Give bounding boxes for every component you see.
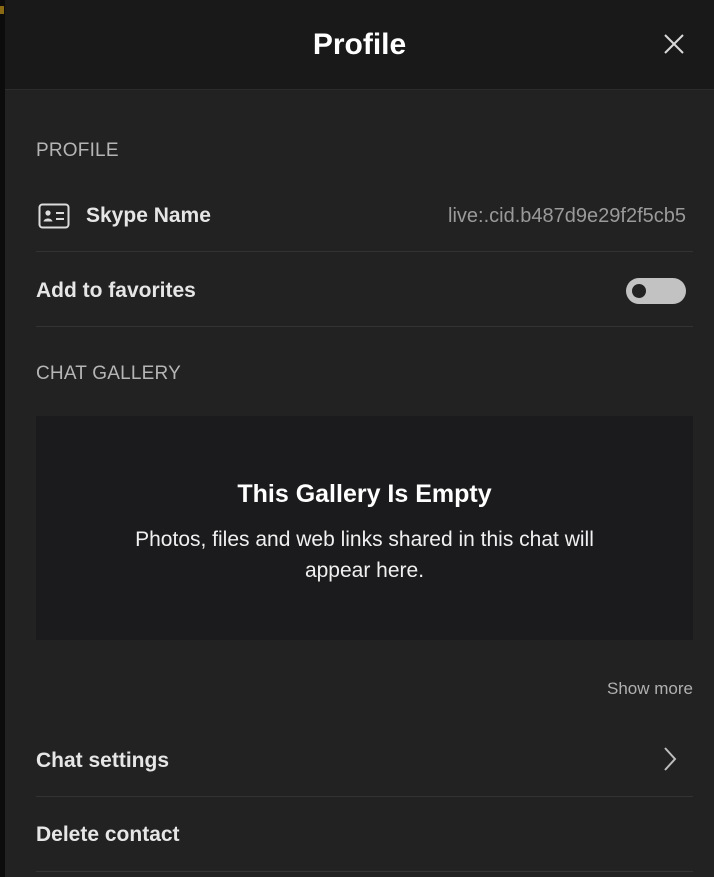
chat-settings-label: Chat settings (36, 749, 170, 772)
profile-section-label: PROFILE (36, 140, 119, 161)
show-more-link[interactable]: Show more (607, 678, 693, 700)
gallery-empty-title: This Gallery Is Empty (237, 480, 492, 508)
skype-name-value: live:.cid.b487d9e29f2f5cb5 (448, 205, 686, 227)
delete-contact-label: Delete contact (36, 823, 180, 846)
close-icon (664, 34, 684, 54)
favorites-row[interactable]: Add to favorites (36, 252, 693, 327)
toggle-knob (632, 284, 646, 298)
profile-panel: Profile PROFILE Skype Name live:.cid.b48… (5, 0, 714, 877)
delete-contact-row[interactable]: Delete contact (36, 797, 693, 872)
panel-title: Profile (312, 28, 407, 61)
chevron-right-icon (664, 747, 677, 771)
skype-name-label: Skype Name (86, 204, 211, 227)
close-button[interactable] (660, 30, 688, 58)
chat-gallery: This Gallery Is Empty Photos, files and … (36, 416, 693, 640)
panel-header: Profile (5, 0, 714, 90)
chat-settings-row[interactable]: Chat settings (36, 721, 693, 797)
skype-name-row: Skype Name live:.cid.b487d9e29f2f5cb5 (36, 182, 693, 252)
contact-card-icon (38, 203, 70, 229)
chat-gallery-section-label: CHAT GALLERY (36, 363, 181, 384)
favorites-label: Add to favorites (36, 279, 196, 302)
edge-marker (0, 6, 4, 14)
favorites-toggle[interactable] (626, 278, 686, 304)
gallery-empty-text: Photos, files and web links shared in th… (135, 528, 594, 582)
